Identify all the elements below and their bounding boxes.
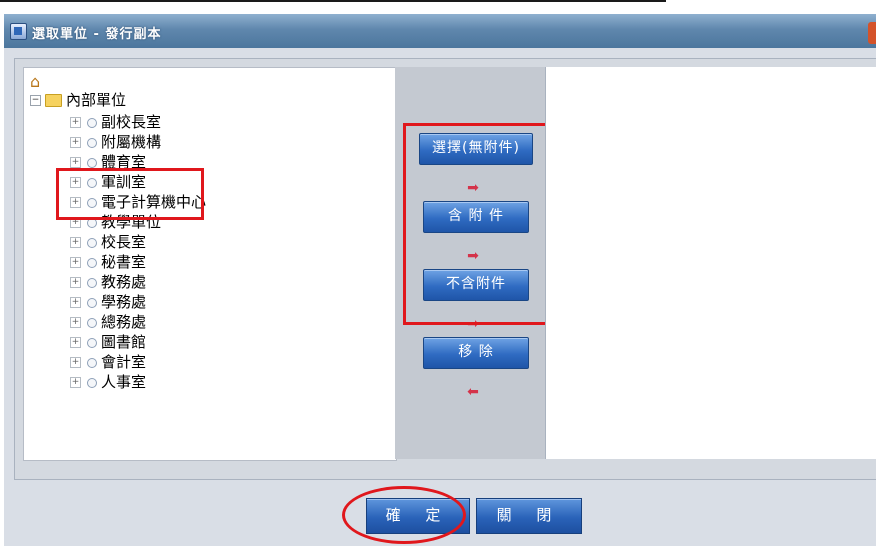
tree-item-label: 秘書室: [101, 253, 147, 271]
collapse-icon[interactable]: −: [30, 95, 41, 106]
tree-item-7[interactable]: + 秘書室: [70, 252, 146, 272]
remove-button[interactable]: 移 除: [423, 337, 529, 369]
unit-icon: [87, 357, 97, 368]
tree-item-0[interactable]: + 副校長室: [70, 112, 161, 132]
home-icon[interactable]: ⌂: [30, 72, 40, 91]
selected-units-list[interactable]: [545, 67, 876, 459]
unit-icon: [87, 237, 97, 248]
tree-item-12[interactable]: + 會計室: [70, 352, 146, 372]
action-panel: 選擇(無附件) ➡ 含 附 件 ➡ 不含附件 ➡ 移 除 ⬅: [395, 67, 549, 459]
title-bar: 選取單位 - 發行副本: [4, 14, 876, 48]
expand-icon[interactable]: +: [70, 377, 81, 388]
unit-icon: [87, 117, 97, 128]
unit-icon: [87, 157, 97, 168]
tree-item-8[interactable]: + 教務處: [70, 272, 146, 292]
tree-item-10[interactable]: + 總務處: [70, 312, 146, 332]
expand-icon[interactable]: +: [70, 317, 81, 328]
tree-item-label: 教務處: [101, 273, 147, 291]
unit-icon: [87, 297, 97, 308]
content-frame: ⌂ − 內部單位 + 副校長室 + 附屬機構 + 體育室 + 軍訓室 + 電子計算機中心 +…: [14, 58, 876, 480]
expand-icon[interactable]: +: [70, 117, 81, 128]
tree-item-11[interactable]: + 圖書館: [70, 332, 146, 352]
highlight-oval-confirm: [342, 486, 466, 544]
expand-icon[interactable]: +: [70, 337, 81, 348]
expand-icon[interactable]: +: [70, 297, 81, 308]
expand-icon[interactable]: +: [70, 237, 81, 248]
unit-icon: [87, 257, 97, 268]
tree-item-label: 學務處: [101, 293, 147, 311]
left-arrow-icon: ⬅: [467, 384, 479, 400]
tree-item-label: 副校長室: [101, 113, 162, 131]
dialog-window: 選取單位 - 發行副本 ⌂ − 內部單位 + 副校長室 + 附屬機構 + 體育室 + 軍訓…: [4, 14, 876, 546]
tree-item-6[interactable]: + 校長室: [70, 232, 146, 252]
expand-icon[interactable]: +: [70, 137, 81, 148]
close-button[interactable]: 關 閉: [476, 498, 582, 534]
tree-item-label: 校長室: [101, 233, 147, 251]
unit-icon: [87, 317, 97, 328]
unit-icon: [87, 137, 97, 148]
tree-item-1[interactable]: + 附屬機構: [70, 132, 161, 152]
tree-node-label: 內部單位: [66, 91, 127, 109]
expand-icon[interactable]: +: [70, 157, 81, 168]
expand-icon[interactable]: +: [70, 277, 81, 288]
unit-tree-panel[interactable]: ⌂ − 內部單位 + 副校長室 + 附屬機構 + 體育室 + 軍訓室 + 電子計算機中心 +…: [23, 67, 397, 461]
close-window-button[interactable]: [868, 22, 876, 44]
expand-icon[interactable]: +: [70, 357, 81, 368]
tree-item-label: 附屬機構: [101, 133, 162, 151]
window-title: 選取單位 - 發行副本: [32, 27, 162, 42]
tree-item-label: 圖書館: [101, 333, 147, 351]
unit-icon: [87, 277, 97, 288]
highlight-box-tree: [56, 168, 204, 220]
unit-icon: [87, 337, 97, 348]
tree-item-label: 人事室: [101, 373, 147, 391]
tree-item-label: 會計室: [101, 353, 147, 371]
top-divider-line: [0, 0, 666, 2]
tree-item-9[interactable]: + 學務處: [70, 292, 146, 312]
folder-icon: [45, 94, 62, 107]
unit-icon: [87, 377, 97, 388]
window-icon: [10, 23, 27, 40]
expand-icon[interactable]: +: [70, 257, 81, 268]
footer-bar: 確 定 關 閉: [14, 486, 876, 544]
tree-item-label: 總務處: [101, 313, 147, 331]
tree-item-13[interactable]: + 人事室: [70, 372, 146, 392]
tree-node-internal-units[interactable]: − 內部單位: [30, 90, 126, 110]
highlight-box-actions: [403, 123, 549, 325]
